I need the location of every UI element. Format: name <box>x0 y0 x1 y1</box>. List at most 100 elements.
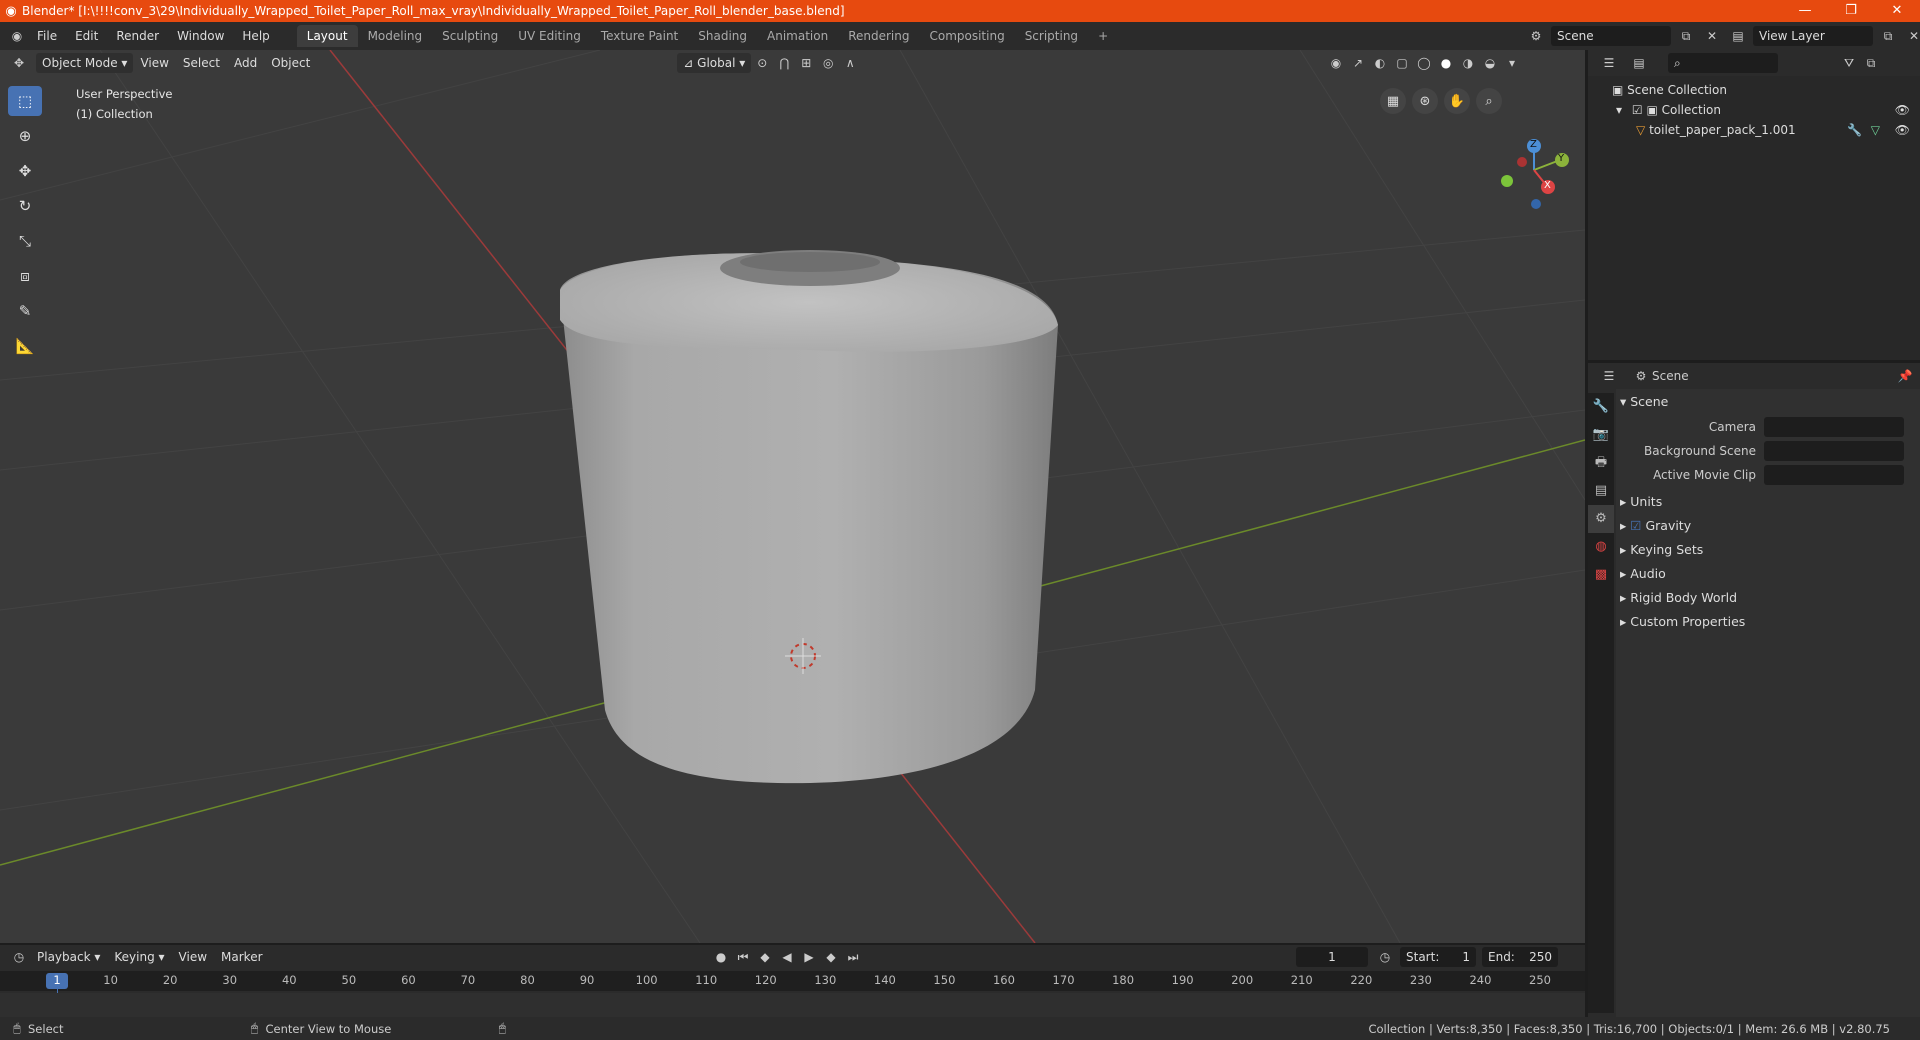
material-shading-icon[interactable]: ◑ <box>1457 53 1479 73</box>
tab-layout[interactable]: Layout <box>296 25 358 47</box>
tab-scripting[interactable]: Scripting <box>1015 25 1088 47</box>
new-view-layer-icon[interactable]: ⧉ <box>1877 26 1899 46</box>
keying-sets-panel-header[interactable]: ▸ Keying Sets <box>1620 539 1916 561</box>
menu-render[interactable]: Render <box>107 24 168 48</box>
tab-shading[interactable]: Shading <box>688 25 757 47</box>
menu-select[interactable]: Select <box>176 53 227 73</box>
gravity-panel-header[interactable]: ▸ ☑ Gravity <box>1620 515 1916 537</box>
output-tab-icon[interactable]: 🖶 <box>1588 449 1614 477</box>
record-icon[interactable]: ● <box>710 947 732 967</box>
render-tab-icon[interactable]: 📷 <box>1588 421 1614 449</box>
world-tab-icon[interactable]: ◍ <box>1588 533 1614 561</box>
tab-rendering[interactable]: Rendering <box>838 25 919 47</box>
preview-range-icon[interactable]: ◷ <box>1374 947 1396 967</box>
xray-icon[interactable]: ▢ <box>1391 53 1413 73</box>
outliner-row-collection[interactable]: ▾ ☑ ▣ Collection 👁 <box>1588 100 1920 120</box>
object-visibility-icon[interactable]: 👁 <box>1895 120 1910 140</box>
view-layer-icon[interactable]: ▤ <box>1727 26 1749 46</box>
menu-window[interactable]: Window <box>168 24 233 48</box>
new-collection-icon[interactable]: ⧉ <box>1860 53 1882 73</box>
shading-options-icon[interactable]: ▾ <box>1501 53 1523 73</box>
proportional-edit-icon[interactable]: ◎ <box>817 53 839 73</box>
camera-view-icon[interactable]: ⊛ <box>1412 88 1438 114</box>
transform-orientation-selector[interactable]: ⊿ Global ▾ <box>677 53 752 73</box>
toilet-paper-roll-mesh[interactable] <box>560 250 1058 784</box>
start-frame-field[interactable]: Start: 1 <box>1400 947 1476 967</box>
delete-scene-icon[interactable]: ✕ <box>1701 26 1723 46</box>
menu-timeline-view[interactable]: View <box>172 947 214 967</box>
outliner-row-scene-collection[interactable]: ▣ Scene Collection <box>1588 80 1920 100</box>
scene-selector[interactable]: Scene <box>1551 26 1671 46</box>
wireframe-shading-icon[interactable]: ◯ <box>1413 53 1435 73</box>
timeline-ruler[interactable]: 1 10 20 30 40 50 60 70 80 90 100 110 120 130 140 150 160… <box>0 971 1585 1019</box>
delete-view-layer-icon[interactable]: ✕ <box>1903 26 1920 46</box>
gravity-checkbox-icon[interactable]: ☑ <box>1630 518 1641 533</box>
select-box-tool-icon[interactable]: ⬚ <box>8 86 42 116</box>
pivot-icon[interactable]: ⊙ <box>751 53 773 73</box>
pan-view-icon[interactable]: ✋ <box>1444 88 1470 114</box>
current-frame-field[interactable]: 1 <box>1296 947 1368 967</box>
play-icon[interactable]: ▶ <box>798 947 820 967</box>
timeline-track-area[interactable] <box>0 993 1585 1017</box>
custom-properties-panel-header[interactable]: ▸ Custom Properties <box>1620 611 1916 633</box>
mode-selector[interactable]: Object Mode ▾ <box>36 53 134 73</box>
expand-arrow-icon[interactable]: ▾ <box>1616 103 1622 117</box>
falloff-icon[interactable]: ∧ <box>839 53 861 73</box>
filter-icon[interactable]: ⛛ <box>1838 53 1860 73</box>
mesh-data-icon[interactable]: ▽ <box>1871 120 1880 140</box>
menu-view[interactable]: View <box>133 53 175 73</box>
editor-type-icon[interactable]: ✥ <box>8 53 30 73</box>
collection-checkbox-icon[interactable]: ☑ <box>1632 103 1643 117</box>
end-frame-field[interactable]: End: 250 <box>1482 947 1558 967</box>
tab-uv-editing[interactable]: UV Editing <box>508 25 591 47</box>
maximize-button[interactable]: ❐ <box>1828 0 1874 22</box>
outliner-row-object[interactable]: ▽ toilet_paper_pack_1.001 🔧 ▽ 👁 <box>1588 120 1920 140</box>
menu-add[interactable]: Add <box>227 53 264 73</box>
rigid-body-world-panel-header[interactable]: ▸ Rigid Body World <box>1620 587 1916 609</box>
snap-icon[interactable]: ⋂ <box>773 53 795 73</box>
jump-end-icon[interactable]: ⏭ <box>842 947 864 967</box>
scene-panel-header[interactable]: ▾ Scene <box>1620 391 1916 413</box>
display-mode-icon[interactable]: ▤ <box>1628 53 1650 73</box>
scene-tab-icon[interactable]: ⚙ <box>1588 505 1614 533</box>
tab-texture-paint[interactable]: Texture Paint <box>591 25 688 47</box>
perspective-toggle-icon[interactable]: ▦ <box>1380 88 1406 114</box>
measure-tool-icon[interactable]: 📐 <box>8 331 42 361</box>
modifier-icon[interactable]: 🔧 <box>1847 120 1862 140</box>
next-keyframe-icon[interactable]: ◆ <box>820 947 842 967</box>
outliner-editor-type-icon[interactable]: ☰ <box>1598 53 1620 73</box>
properties-editor-type-icon[interactable]: ☰ <box>1598 366 1620 386</box>
move-tool-icon[interactable]: ✥ <box>8 156 42 186</box>
menu-object[interactable]: Object <box>264 53 317 73</box>
new-scene-icon[interactable]: ⧉ <box>1675 26 1697 46</box>
transform-tool-icon[interactable]: ⧈ <box>8 261 42 291</box>
collection-visibility-icon[interactable]: 👁 <box>1895 100 1910 120</box>
zoom-view-icon[interactable]: ⌕ <box>1476 88 1502 114</box>
tab-sculpting[interactable]: Sculpting <box>432 25 508 47</box>
prev-keyframe-icon[interactable]: ◆ <box>754 947 776 967</box>
minimize-button[interactable]: — <box>1782 0 1828 22</box>
tab-compositing[interactable]: Compositing <box>919 25 1014 47</box>
snap-target-icon[interactable]: ⊞ <box>795 53 817 73</box>
play-reverse-icon[interactable]: ◀ <box>776 947 798 967</box>
menu-keying[interactable]: Keying ▾ <box>107 947 171 967</box>
menu-edit[interactable]: Edit <box>66 24 107 48</box>
blender-menu-icon[interactable]: ◉ <box>6 26 28 46</box>
background-scene-field[interactable] <box>1764 441 1904 461</box>
cursor-tool-icon[interactable]: ⊕ <box>8 121 42 151</box>
outliner-search-input[interactable]: ⌕ <box>1668 53 1778 73</box>
tab-modeling[interactable]: Modeling <box>358 25 433 47</box>
camera-field[interactable] <box>1764 417 1904 437</box>
texture-tab-icon[interactable]: ▩ <box>1588 561 1614 589</box>
active-movie-clip-field[interactable] <box>1764 465 1904 485</box>
pin-icon[interactable]: 📌 <box>1894 366 1916 386</box>
rotate-tool-icon[interactable]: ↻ <box>8 191 42 221</box>
menu-help[interactable]: Help <box>233 24 278 48</box>
units-panel-header[interactable]: ▸ Units <box>1620 491 1916 513</box>
timeline-editor-type-icon[interactable]: ◷ <box>8 947 30 967</box>
audio-panel-header[interactable]: ▸ Audio <box>1620 563 1916 585</box>
solid-shading-icon[interactable]: ● <box>1435 53 1457 73</box>
scale-tool-icon[interactable]: ⤡ <box>8 226 42 256</box>
tool-tab-icon[interactable]: 🔧 <box>1588 393 1614 421</box>
add-workspace-button[interactable]: + <box>1088 25 1118 47</box>
